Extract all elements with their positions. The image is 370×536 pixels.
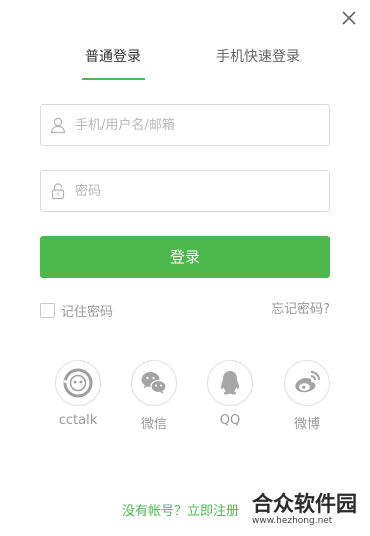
remember-checkbox[interactable]	[40, 302, 55, 318]
watermark-logo: 合众软件园 www.hezhong.net	[236, 488, 366, 534]
login-button[interactable]: 登录	[40, 236, 330, 278]
watermark-url: www.hezhong.net	[252, 516, 333, 526]
active-tab-indicator	[82, 78, 145, 80]
tab-phone-quick-login[interactable]: 手机快速登录	[210, 44, 306, 82]
qq-icon[interactable]	[207, 360, 253, 406]
tab-normal-login[interactable]: 普通登录	[80, 44, 146, 82]
cctalk-icon[interactable]	[55, 360, 101, 406]
social-login-weibo[interactable]: 微博	[283, 360, 331, 432]
username-field[interactable]	[40, 104, 330, 146]
watermark-name: 合众软件园	[252, 492, 357, 516]
lock-icon	[49, 182, 67, 200]
social-login-wechat[interactable]: 微信	[130, 360, 178, 432]
password-input[interactable]	[75, 171, 325, 211]
social-login-cctalk[interactable]: cctalk	[54, 360, 102, 430]
social-label-qq: QQ	[219, 413, 241, 428]
social-login-qq[interactable]: QQ	[206, 360, 254, 430]
remember-password[interactable]: 记住密码	[40, 301, 114, 320]
social-label-cctalk: cctalk	[58, 413, 98, 428]
password-field[interactable]	[40, 170, 330, 212]
wechat-icon[interactable]	[131, 360, 177, 406]
close-icon[interactable]	[338, 7, 360, 29]
social-label-weibo: 微博	[293, 417, 320, 432]
register-link[interactable]: 没有帐号？立即注册	[122, 503, 239, 521]
username-input[interactable]	[75, 105, 325, 145]
user-icon	[49, 116, 67, 134]
forgot-password-link[interactable]: 忘记密码?	[271, 301, 330, 319]
remember-label: 记住密码	[61, 304, 114, 320]
login-tabs: 普通登录 手机快速登录	[0, 44, 370, 84]
social-label-wechat: 微信	[140, 417, 167, 432]
weibo-icon[interactable]	[284, 360, 330, 406]
